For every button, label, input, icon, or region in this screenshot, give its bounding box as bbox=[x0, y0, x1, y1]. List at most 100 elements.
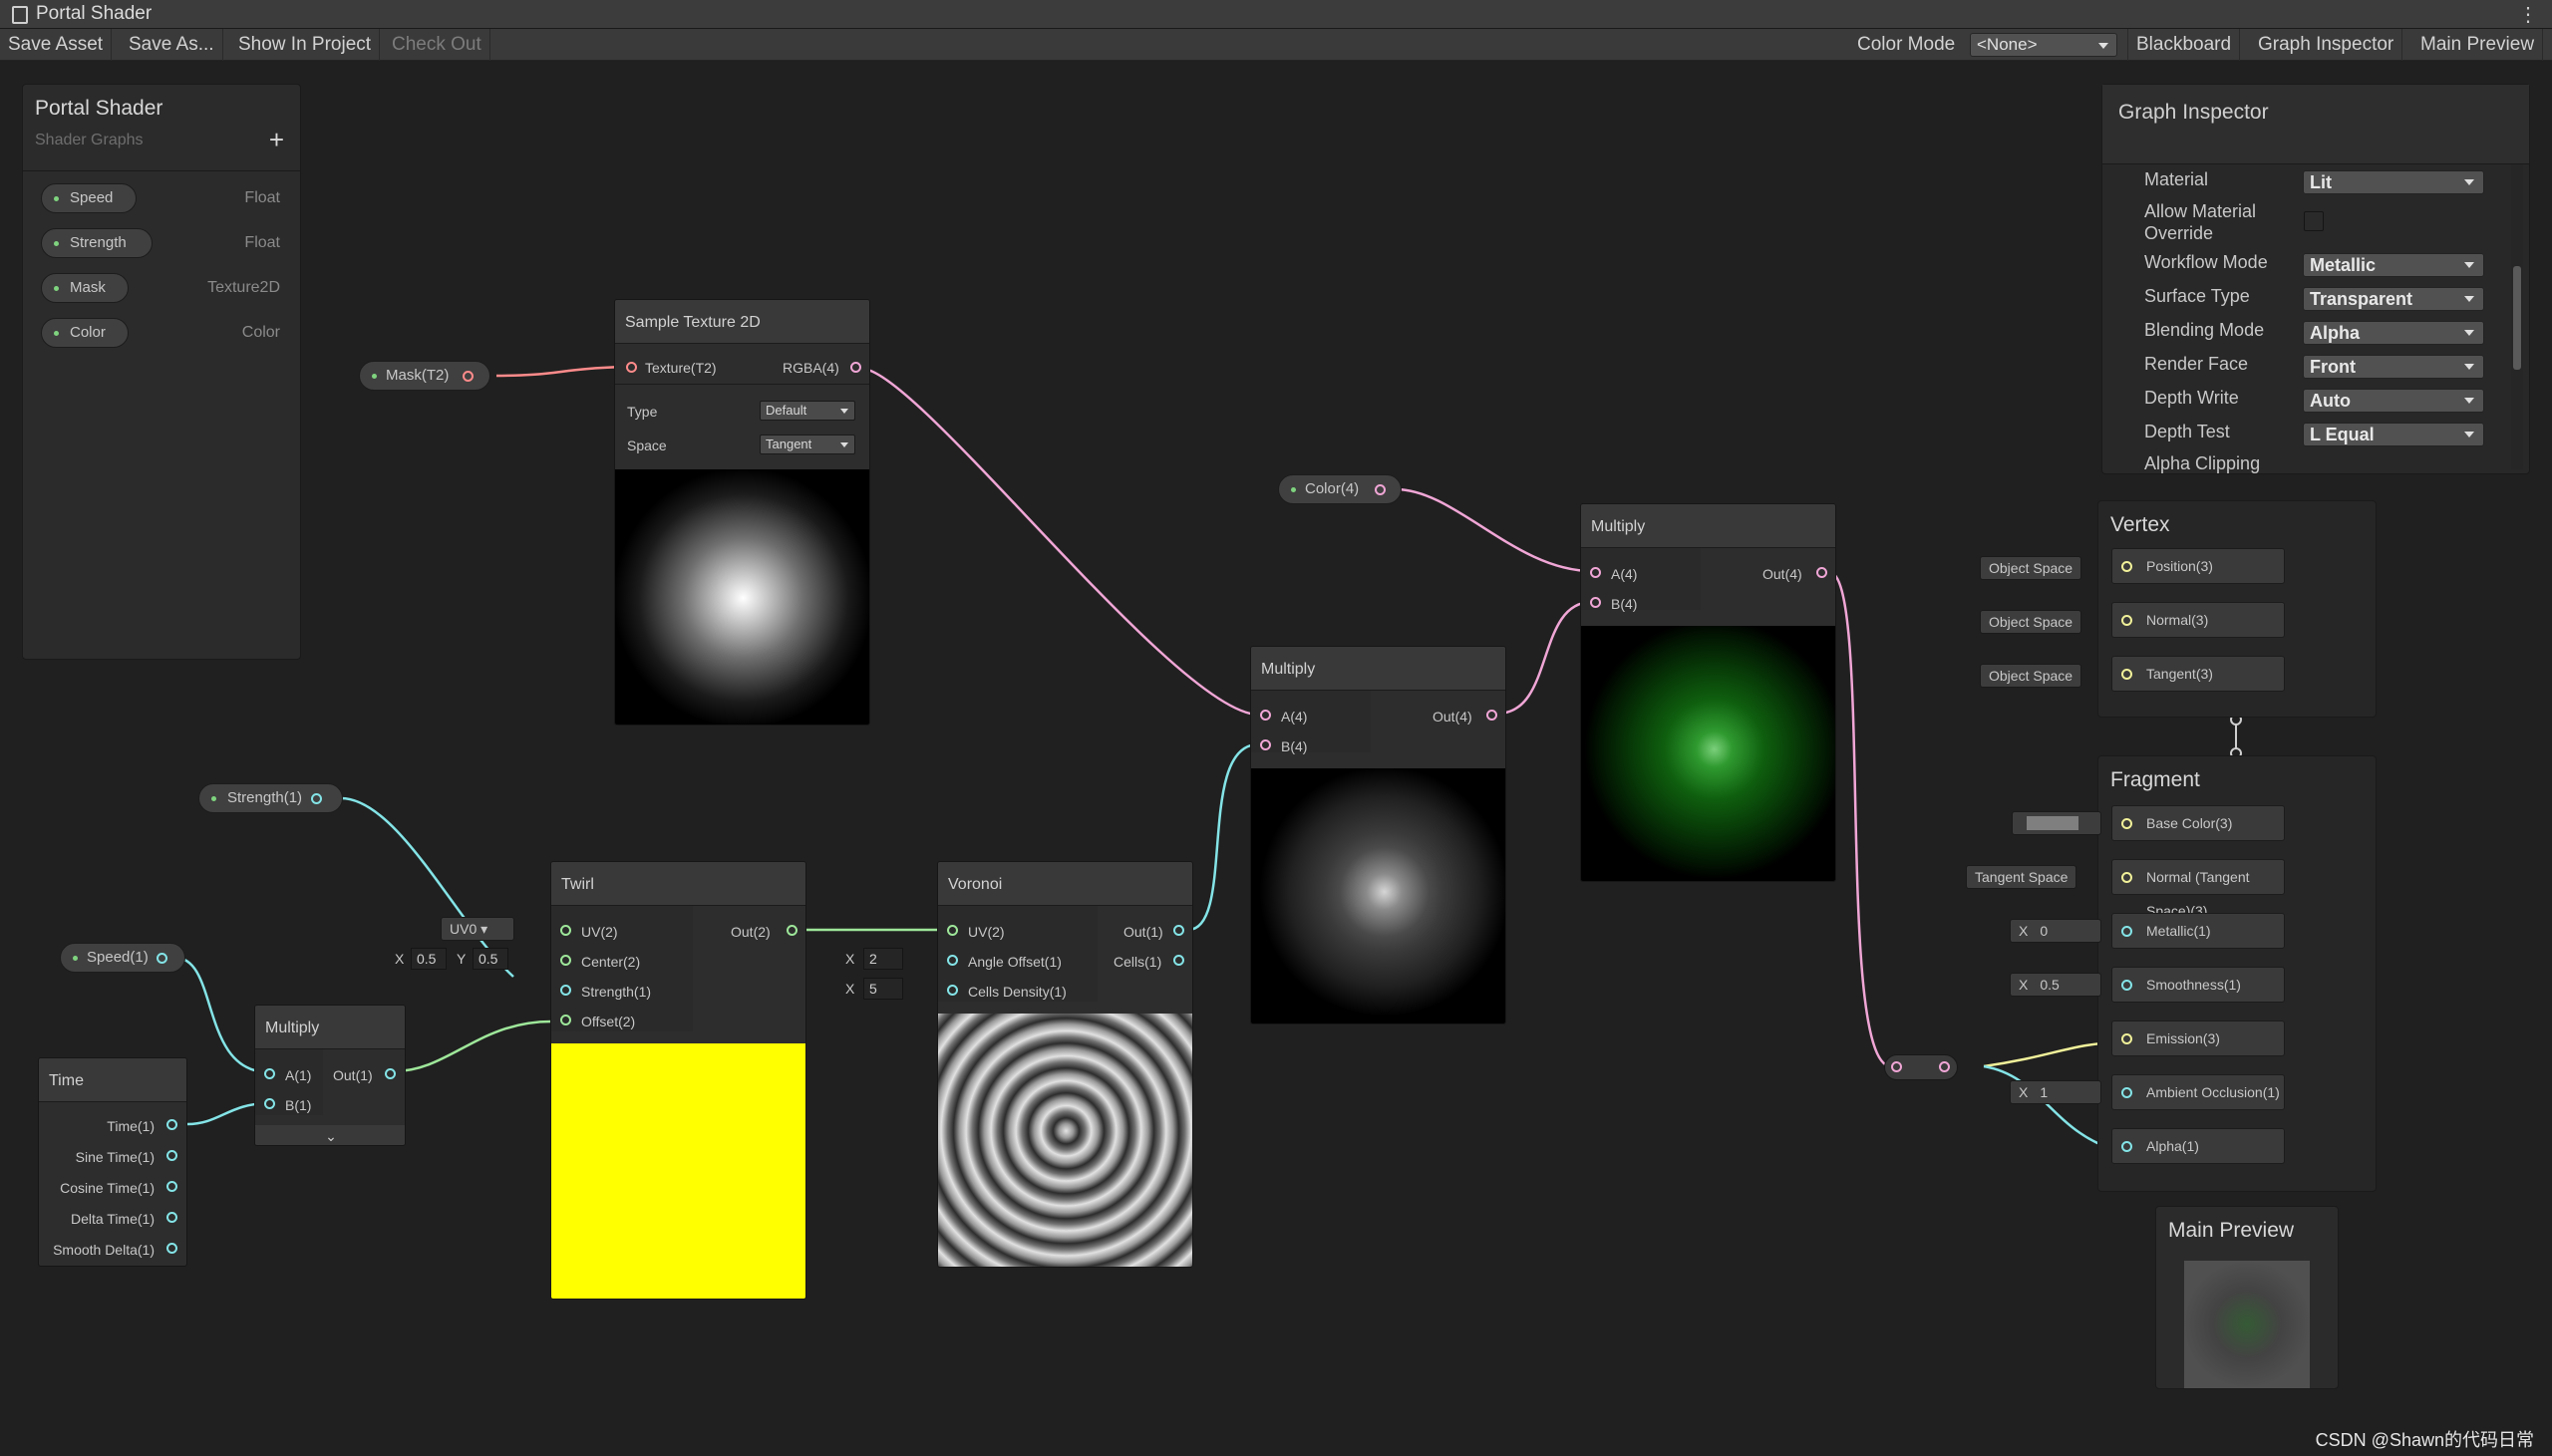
input-port[interactable] bbox=[626, 362, 637, 373]
property-strength[interactable]: Strength bbox=[41, 228, 153, 258]
input-port[interactable] bbox=[2121, 669, 2132, 680]
center-y-field[interactable]: 0.5 bbox=[473, 948, 508, 970]
time-node[interactable]: Time Time(1) Sine Time(1) Cosine Time(1)… bbox=[38, 1057, 187, 1267]
depth-write-select[interactable]: Auto bbox=[2303, 389, 2484, 413]
input-port[interactable] bbox=[1891, 1061, 1902, 1072]
normal-slot[interactable]: Normal (Tangent Space)(3) bbox=[2111, 859, 2285, 919]
output-port[interactable] bbox=[850, 362, 861, 373]
ao-input[interactable]: X1 bbox=[2010, 1080, 2101, 1104]
output-port[interactable] bbox=[166, 1181, 177, 1192]
input-port[interactable] bbox=[560, 985, 571, 996]
property-node-speed[interactable]: Speed(1) bbox=[60, 943, 185, 973]
input-port[interactable] bbox=[2121, 818, 2132, 829]
output-port[interactable] bbox=[787, 925, 798, 936]
type-select[interactable]: Default bbox=[760, 401, 855, 421]
metallic-slot[interactable]: Metallic(1) bbox=[2111, 913, 2285, 949]
inspector-scrollbar[interactable] bbox=[2511, 164, 2523, 469]
output-port[interactable] bbox=[1939, 1061, 1950, 1072]
input-port[interactable] bbox=[947, 985, 958, 996]
input-port[interactable] bbox=[2121, 561, 2132, 572]
property-node-color[interactable]: Color(4) bbox=[1278, 474, 1402, 504]
input-port[interactable] bbox=[2121, 980, 2132, 991]
input-port[interactable] bbox=[264, 1068, 275, 1079]
input-port[interactable] bbox=[1590, 567, 1601, 578]
sample-texture-2d-node[interactable]: Sample Texture 2D Texture(T2) RGBA(4) Ty… bbox=[614, 299, 870, 726]
input-port[interactable] bbox=[560, 1015, 571, 1025]
twirl-node[interactable]: Twirl UV(2) Center(2) Strength(1) Offset… bbox=[550, 861, 806, 1300]
input-port[interactable] bbox=[2121, 1141, 2132, 1152]
main-preview-toggle[interactable]: Main Preview bbox=[2412, 29, 2544, 61]
color-mode-select[interactable]: <None> bbox=[1970, 33, 2117, 57]
input-port[interactable] bbox=[2121, 1087, 2132, 1098]
blackboard-toggle[interactable]: Blackboard bbox=[2127, 29, 2241, 61]
property-speed[interactable]: Speed bbox=[41, 183, 137, 213]
blending-mode-select[interactable]: Alpha bbox=[2303, 321, 2484, 345]
multiply-node-b[interactable]: Multiply A(4) B(4) Out(4) bbox=[1580, 503, 1836, 882]
uv0-select[interactable]: UV0 ▾ bbox=[441, 917, 514, 941]
scrollbar-thumb[interactable] bbox=[2513, 266, 2521, 370]
vertex-position-slot[interactable]: Position(3) bbox=[2111, 548, 2285, 584]
input-port[interactable] bbox=[2121, 615, 2132, 626]
base-color-slot[interactable]: Base Color(3) bbox=[2111, 805, 2285, 841]
property-node-strength[interactable]: Strength(1) bbox=[198, 783, 343, 813]
emission-slot[interactable]: Emission(3) bbox=[2111, 1020, 2285, 1056]
input-port[interactable] bbox=[2121, 926, 2132, 937]
render-face-select[interactable]: Front bbox=[2303, 355, 2484, 379]
output-port[interactable] bbox=[311, 793, 322, 804]
surface-type-select[interactable]: Transparent bbox=[2303, 287, 2484, 311]
output-port[interactable] bbox=[1816, 567, 1827, 578]
output-port[interactable] bbox=[166, 1212, 177, 1223]
input-port[interactable] bbox=[2121, 1033, 2132, 1044]
property-mask[interactable]: Mask bbox=[41, 273, 129, 303]
expand-preview-chevron-icon[interactable]: ⌄ bbox=[255, 1125, 405, 1145]
add-property-button[interactable]: + bbox=[269, 125, 284, 155]
output-port[interactable] bbox=[385, 1068, 396, 1079]
multiply-node-a[interactable]: Multiply A(4) B(4) Out(4) bbox=[1250, 646, 1506, 1024]
output-port[interactable] bbox=[463, 371, 474, 382]
output-port[interactable] bbox=[1173, 955, 1184, 966]
input-port[interactable] bbox=[947, 955, 958, 966]
more-options-icon[interactable]: ⋮ bbox=[2518, 2, 2538, 27]
output-port[interactable] bbox=[1375, 484, 1386, 495]
vertex-tangent-slot[interactable]: Tangent(3) bbox=[2111, 656, 2285, 692]
graph-inspector-toggle[interactable]: Graph Inspector bbox=[2250, 29, 2403, 61]
output-port[interactable] bbox=[1173, 925, 1184, 936]
input-port[interactable] bbox=[2121, 872, 2132, 883]
show-in-project-button[interactable]: Show In Project bbox=[230, 29, 381, 61]
input-port[interactable] bbox=[560, 925, 571, 936]
preview-viewport[interactable] bbox=[2184, 1261, 2310, 1388]
vertex-normal-slot[interactable]: Normal(3) bbox=[2111, 602, 2285, 638]
check-out-button[interactable]: Check Out bbox=[384, 29, 490, 61]
output-port[interactable] bbox=[166, 1150, 177, 1161]
input-port[interactable] bbox=[1590, 597, 1601, 608]
multiply-node-c[interactable]: Multiply A(1) B(1) Out(1) ⌄ bbox=[254, 1005, 406, 1146]
alpha-slot[interactable]: Alpha(1) bbox=[2111, 1128, 2285, 1164]
save-as-button[interactable]: Save As... bbox=[121, 29, 223, 61]
output-port[interactable] bbox=[166, 1243, 177, 1254]
input-port[interactable] bbox=[1260, 739, 1271, 750]
redirect-node[interactable] bbox=[1884, 1054, 1958, 1080]
input-port[interactable] bbox=[560, 955, 571, 966]
input-port[interactable] bbox=[1260, 710, 1271, 721]
input-port[interactable] bbox=[947, 925, 958, 936]
voronoi-node[interactable]: Voronoi UV(2) Angle Offset(1) Cells Dens… bbox=[937, 861, 1193, 1268]
main-preview-panel[interactable]: Main Preview bbox=[2155, 1206, 2339, 1389]
allow-override-checkbox[interactable] bbox=[2304, 211, 2324, 231]
material-select[interactable]: Lit bbox=[2303, 170, 2484, 194]
property-color[interactable]: Color bbox=[41, 318, 129, 348]
smoothness-input[interactable]: X 0.5 bbox=[2010, 973, 2101, 997]
center-x-field[interactable]: 0.5 bbox=[411, 948, 447, 970]
cell-density-field[interactable]: 5 bbox=[863, 978, 903, 1000]
property-node-mask[interactable]: Mask(T2) bbox=[359, 361, 490, 391]
angle-offset-field[interactable]: 2 bbox=[863, 948, 903, 970]
depth-test-select[interactable]: L Equal bbox=[2303, 423, 2484, 446]
output-port[interactable] bbox=[1486, 710, 1497, 721]
workflow-mode-select[interactable]: Metallic bbox=[2303, 253, 2484, 277]
output-port[interactable] bbox=[166, 1119, 177, 1130]
output-port[interactable] bbox=[157, 953, 167, 964]
base-color-swatch[interactable] bbox=[2012, 811, 2101, 835]
ambient-occlusion-slot[interactable]: Ambient Occlusion(1) bbox=[2111, 1074, 2285, 1110]
space-select[interactable]: Tangent bbox=[760, 435, 855, 454]
metallic-input[interactable]: X0 bbox=[2010, 919, 2101, 943]
smoothness-slot[interactable]: Smoothness(1) bbox=[2111, 967, 2285, 1003]
